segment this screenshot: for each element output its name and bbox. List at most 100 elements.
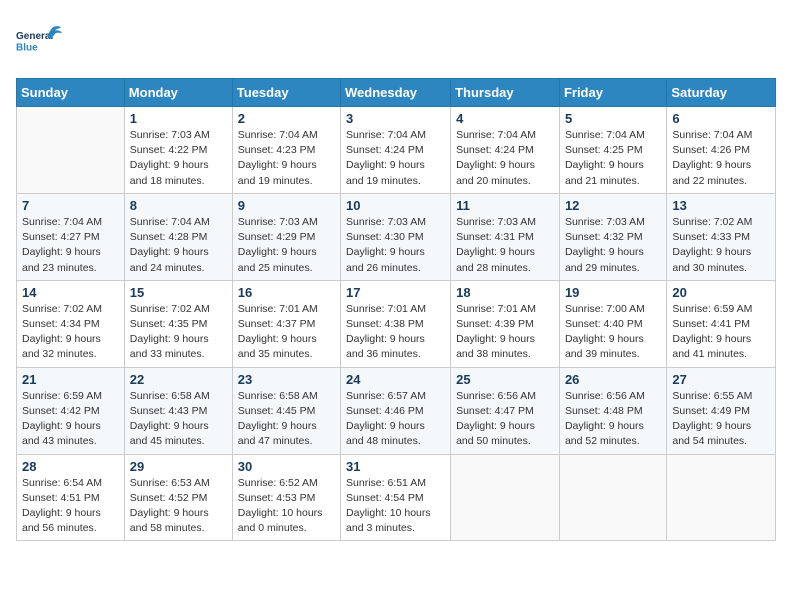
day-info: Sunrise: 6:53 AMSunset: 4:52 PMDaylight:… [130, 476, 227, 537]
day-cell [559, 454, 666, 541]
day-number: 25 [456, 372, 554, 387]
day-info: Sunrise: 6:54 AMSunset: 4:51 PMDaylight:… [22, 476, 119, 537]
day-info: Sunrise: 7:04 AMSunset: 4:27 PMDaylight:… [22, 215, 119, 276]
week-row-3: 14 Sunrise: 7:02 AMSunset: 4:34 PMDayligh… [17, 280, 776, 367]
day-info: Sunrise: 6:59 AMSunset: 4:42 PMDaylight:… [22, 389, 119, 450]
day-info: Sunrise: 7:04 AMSunset: 4:25 PMDaylight:… [565, 128, 661, 189]
day-cell: 23 Sunrise: 6:58 AMSunset: 4:45 PMDayligh… [232, 367, 340, 454]
svg-text:Blue: Blue [16, 42, 38, 53]
header-cell-sunday: Sunday [17, 79, 125, 107]
day-number: 5 [565, 111, 661, 126]
day-info: Sunrise: 6:51 AMSunset: 4:54 PMDaylight:… [346, 476, 445, 537]
day-info: Sunrise: 7:04 AMSunset: 4:26 PMDaylight:… [672, 128, 770, 189]
day-number: 12 [565, 198, 661, 213]
day-cell: 1 Sunrise: 7:03 AMSunset: 4:22 PMDaylight… [124, 107, 232, 194]
day-info: Sunrise: 6:58 AMSunset: 4:43 PMDaylight:… [130, 389, 227, 450]
day-cell: 29 Sunrise: 6:53 AMSunset: 4:52 PMDayligh… [124, 454, 232, 541]
day-number: 2 [238, 111, 335, 126]
day-info: Sunrise: 6:55 AMSunset: 4:49 PMDaylight:… [672, 389, 770, 450]
day-cell: 7 Sunrise: 7:04 AMSunset: 4:27 PMDaylight… [17, 193, 125, 280]
day-info: Sunrise: 7:03 AMSunset: 4:30 PMDaylight:… [346, 215, 445, 276]
day-cell: 5 Sunrise: 7:04 AMSunset: 4:25 PMDaylight… [559, 107, 666, 194]
day-number: 21 [22, 372, 119, 387]
day-cell: 2Sunrise: 7:04 AMSunset: 4:23 PMDaylight… [232, 107, 340, 194]
day-number: 7 [22, 198, 119, 213]
day-info: Sunrise: 7:03 AMSunset: 4:32 PMDaylight:… [565, 215, 661, 276]
day-info: Sunrise: 6:52 AMSunset: 4:53 PMDaylight:… [238, 476, 335, 537]
day-info: Sunrise: 7:03 AMSunset: 4:31 PMDaylight:… [456, 215, 554, 276]
day-info: Sunrise: 7:01 AMSunset: 4:39 PMDaylight:… [456, 302, 554, 363]
day-cell: 6 Sunrise: 7:04 AMSunset: 4:26 PMDaylight… [667, 107, 776, 194]
day-number: 1 [130, 111, 227, 126]
week-row-1: 1 Sunrise: 7:03 AMSunset: 4:22 PMDaylight… [17, 107, 776, 194]
day-info: Sunrise: 7:04 AMSunset: 4:24 PMDaylight:… [346, 128, 445, 189]
header-cell-thursday: Thursday [451, 79, 560, 107]
day-number: 28 [22, 459, 119, 474]
day-info: Sunrise: 7:03 AMSunset: 4:22 PMDaylight:… [130, 128, 227, 189]
day-cell: 19Sunrise: 7:00 AMSunset: 4:40 PMDayligh… [559, 280, 666, 367]
day-cell: 30 Sunrise: 6:52 AMSunset: 4:53 PMDayligh… [232, 454, 340, 541]
day-cell: 9 Sunrise: 7:03 AMSunset: 4:29 PMDaylight… [232, 193, 340, 280]
logo-svg: General Blue [16, 16, 66, 66]
day-number: 16 [238, 285, 335, 300]
day-cell: 25 Sunrise: 6:56 AMSunset: 4:47 PMDayligh… [451, 367, 560, 454]
day-cell: 13Sunrise: 7:02 AMSunset: 4:33 PMDayligh… [667, 193, 776, 280]
page-header: General Blue [16, 16, 776, 66]
day-number: 23 [238, 372, 335, 387]
day-number: 29 [130, 459, 227, 474]
day-cell: 16 Sunrise: 7:01 AMSunset: 4:37 PMDayligh… [232, 280, 340, 367]
header-cell-saturday: Saturday [667, 79, 776, 107]
day-number: 14 [22, 285, 119, 300]
day-info: Sunrise: 7:03 AMSunset: 4:29 PMDaylight:… [238, 215, 335, 276]
day-number: 31 [346, 459, 445, 474]
day-number: 17 [346, 285, 445, 300]
day-cell [451, 454, 560, 541]
day-info: Sunrise: 7:04 AMSunset: 4:24 PMDaylight:… [456, 128, 554, 189]
day-number: 15 [130, 285, 227, 300]
day-cell: 27 Sunrise: 6:55 AMSunset: 4:49 PMDayligh… [667, 367, 776, 454]
day-cell: 3 Sunrise: 7:04 AMSunset: 4:24 PMDaylight… [341, 107, 451, 194]
day-info: Sunrise: 7:01 AMSunset: 4:37 PMDaylight:… [238, 302, 335, 363]
day-info: Sunrise: 6:58 AMSunset: 4:45 PMDaylight:… [238, 389, 335, 450]
day-cell: 26 Sunrise: 6:56 AMSunset: 4:48 PMDayligh… [559, 367, 666, 454]
calendar-body: 1 Sunrise: 7:03 AMSunset: 4:22 PMDaylight… [17, 107, 776, 541]
header-cell-monday: Monday [124, 79, 232, 107]
calendar-header: SundayMondayTuesdayWednesdayThursdayFrid… [17, 79, 776, 107]
day-number: 10 [346, 198, 445, 213]
header-cell-wednesday: Wednesday [341, 79, 451, 107]
day-cell: 17Sunrise: 7:01 AMSunset: 4:38 PMDayligh… [341, 280, 451, 367]
logo: General Blue [16, 16, 66, 66]
day-number: 4 [456, 111, 554, 126]
calendar-table: SundayMondayTuesdayWednesdayThursdayFrid… [16, 78, 776, 541]
day-info: Sunrise: 7:02 AMSunset: 4:35 PMDaylight:… [130, 302, 227, 363]
day-info: Sunrise: 7:02 AMSunset: 4:34 PMDaylight:… [22, 302, 119, 363]
day-number: 6 [672, 111, 770, 126]
day-cell: 21 Sunrise: 6:59 AMSunset: 4:42 PMDayligh… [17, 367, 125, 454]
day-cell: 11 Sunrise: 7:03 AMSunset: 4:31 PMDayligh… [451, 193, 560, 280]
day-cell: 12 Sunrise: 7:03 AMSunset: 4:32 PMDayligh… [559, 193, 666, 280]
svg-text:General: General [16, 31, 53, 42]
day-number: 27 [672, 372, 770, 387]
day-cell [17, 107, 125, 194]
day-cell [667, 454, 776, 541]
day-info: Sunrise: 6:56 AMSunset: 4:47 PMDaylight:… [456, 389, 554, 450]
day-number: 11 [456, 198, 554, 213]
day-number: 30 [238, 459, 335, 474]
day-number: 3 [346, 111, 445, 126]
day-info: Sunrise: 7:02 AMSunset: 4:33 PMDaylight:… [672, 215, 770, 276]
day-number: 26 [565, 372, 661, 387]
day-cell: 15 Sunrise: 7:02 AMSunset: 4:35 PMDayligh… [124, 280, 232, 367]
header-cell-friday: Friday [559, 79, 666, 107]
day-cell: 18Sunrise: 7:01 AMSunset: 4:39 PMDayligh… [451, 280, 560, 367]
day-number: 8 [130, 198, 227, 213]
day-number: 9 [238, 198, 335, 213]
day-cell: 10 Sunrise: 7:03 AMSunset: 4:30 PMDayligh… [341, 193, 451, 280]
week-row-4: 21 Sunrise: 6:59 AMSunset: 4:42 PMDayligh… [17, 367, 776, 454]
week-row-5: 28 Sunrise: 6:54 AMSunset: 4:51 PMDayligh… [17, 454, 776, 541]
day-number: 22 [130, 372, 227, 387]
day-info: Sunrise: 6:56 AMSunset: 4:48 PMDaylight:… [565, 389, 661, 450]
day-cell: 4 Sunrise: 7:04 AMSunset: 4:24 PMDaylight… [451, 107, 560, 194]
day-number: 20 [672, 285, 770, 300]
day-info: Sunrise: 6:57 AMSunset: 4:46 PMDaylight:… [346, 389, 445, 450]
day-cell: 24Sunrise: 6:57 AMSunset: 4:46 PMDayligh… [341, 367, 451, 454]
